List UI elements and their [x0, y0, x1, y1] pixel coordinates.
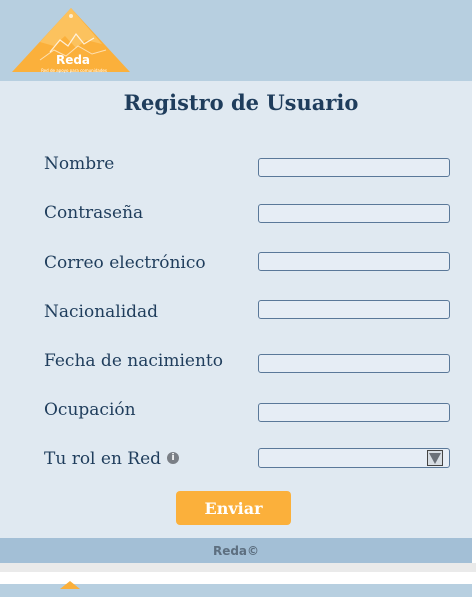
nombre-label: Nombre: [44, 154, 115, 174]
fecha-nacimiento-label: Fecha de nacimiento: [44, 351, 223, 371]
footer-text: Reda©: [212, 544, 260, 558]
correo-label: Correo electrónico: [44, 253, 206, 273]
registration-form: Registro de Usuario Nombre Contraseña Co…: [0, 81, 472, 538]
divider: [0, 563, 476, 572]
rol-label: Tu rol en Red i: [44, 449, 180, 469]
nombre-field[interactable]: [258, 158, 450, 177]
page-title: Registro de Usuario: [123, 90, 359, 115]
nacionalidad-label: Nacionalidad: [44, 302, 159, 322]
triangle-down-icon[interactable]: [427, 450, 443, 466]
ocupacion-field[interactable]: [258, 403, 450, 422]
mountain-logo-icon: [60, 581, 80, 589]
footer: Reda©: [0, 538, 472, 563]
header-repeat: [0, 581, 472, 597]
submit-button[interactable]: Enviar: [176, 491, 291, 525]
contrasena-label: Contraseña: [44, 203, 144, 223]
contrasena-field[interactable]: [258, 204, 450, 223]
rol-select[interactable]: [258, 448, 450, 468]
rol-label-text: Tu rol en Red: [44, 449, 162, 469]
logo-name: Reda: [55, 53, 91, 67]
info-icon[interactable]: i: [167, 451, 180, 464]
header: Reda Red de apoyo para comunidades: [0, 0, 472, 81]
ocupacion-label: Ocupación: [44, 400, 136, 420]
fecha-nacimiento-field[interactable]: [258, 354, 450, 373]
nacionalidad-field[interactable]: [258, 300, 450, 319]
reda-logo[interactable]: Reda Red de apoyo para comunidades: [10, 6, 132, 74]
logo-tagline: Red de apoyo para comunidades: [41, 68, 107, 73]
correo-field[interactable]: [258, 252, 450, 271]
